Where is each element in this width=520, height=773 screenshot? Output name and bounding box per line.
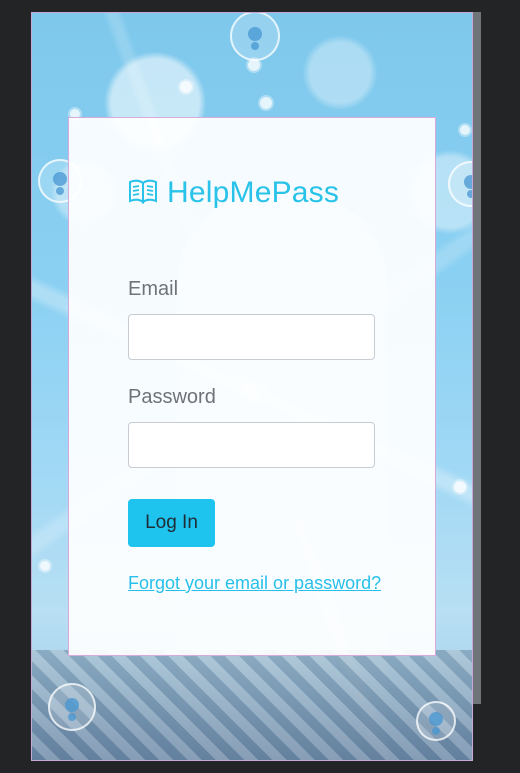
page-scrollbar[interactable] (473, 12, 481, 704)
brand-name: HelpMePass (167, 176, 340, 209)
network-avatar-icon (448, 161, 472, 207)
network-node-icon (260, 97, 272, 109)
background-shirt-pattern (32, 650, 472, 760)
network-node-icon (180, 81, 192, 93)
network-avatar-icon (48, 683, 96, 731)
password-label: Password (128, 386, 216, 408)
network-node-icon (248, 59, 260, 71)
brand-logo: HelpMePass (127, 175, 339, 211)
network-node-icon (460, 125, 470, 135)
network-avatar-icon (416, 701, 456, 741)
network-node-icon (40, 561, 50, 571)
open-book-icon (127, 175, 159, 211)
password-input[interactable] (128, 422, 375, 468)
login-card: HelpMePass Email Password Log In Forgot … (68, 117, 436, 656)
email-label: Email (128, 278, 179, 300)
email-input[interactable] (128, 314, 375, 360)
login-button[interactable]: Log In (128, 499, 215, 547)
forgot-credentials-link[interactable]: Forgot your email or password? (128, 573, 381, 594)
network-node-icon (454, 481, 466, 493)
network-avatar-icon (230, 13, 280, 61)
